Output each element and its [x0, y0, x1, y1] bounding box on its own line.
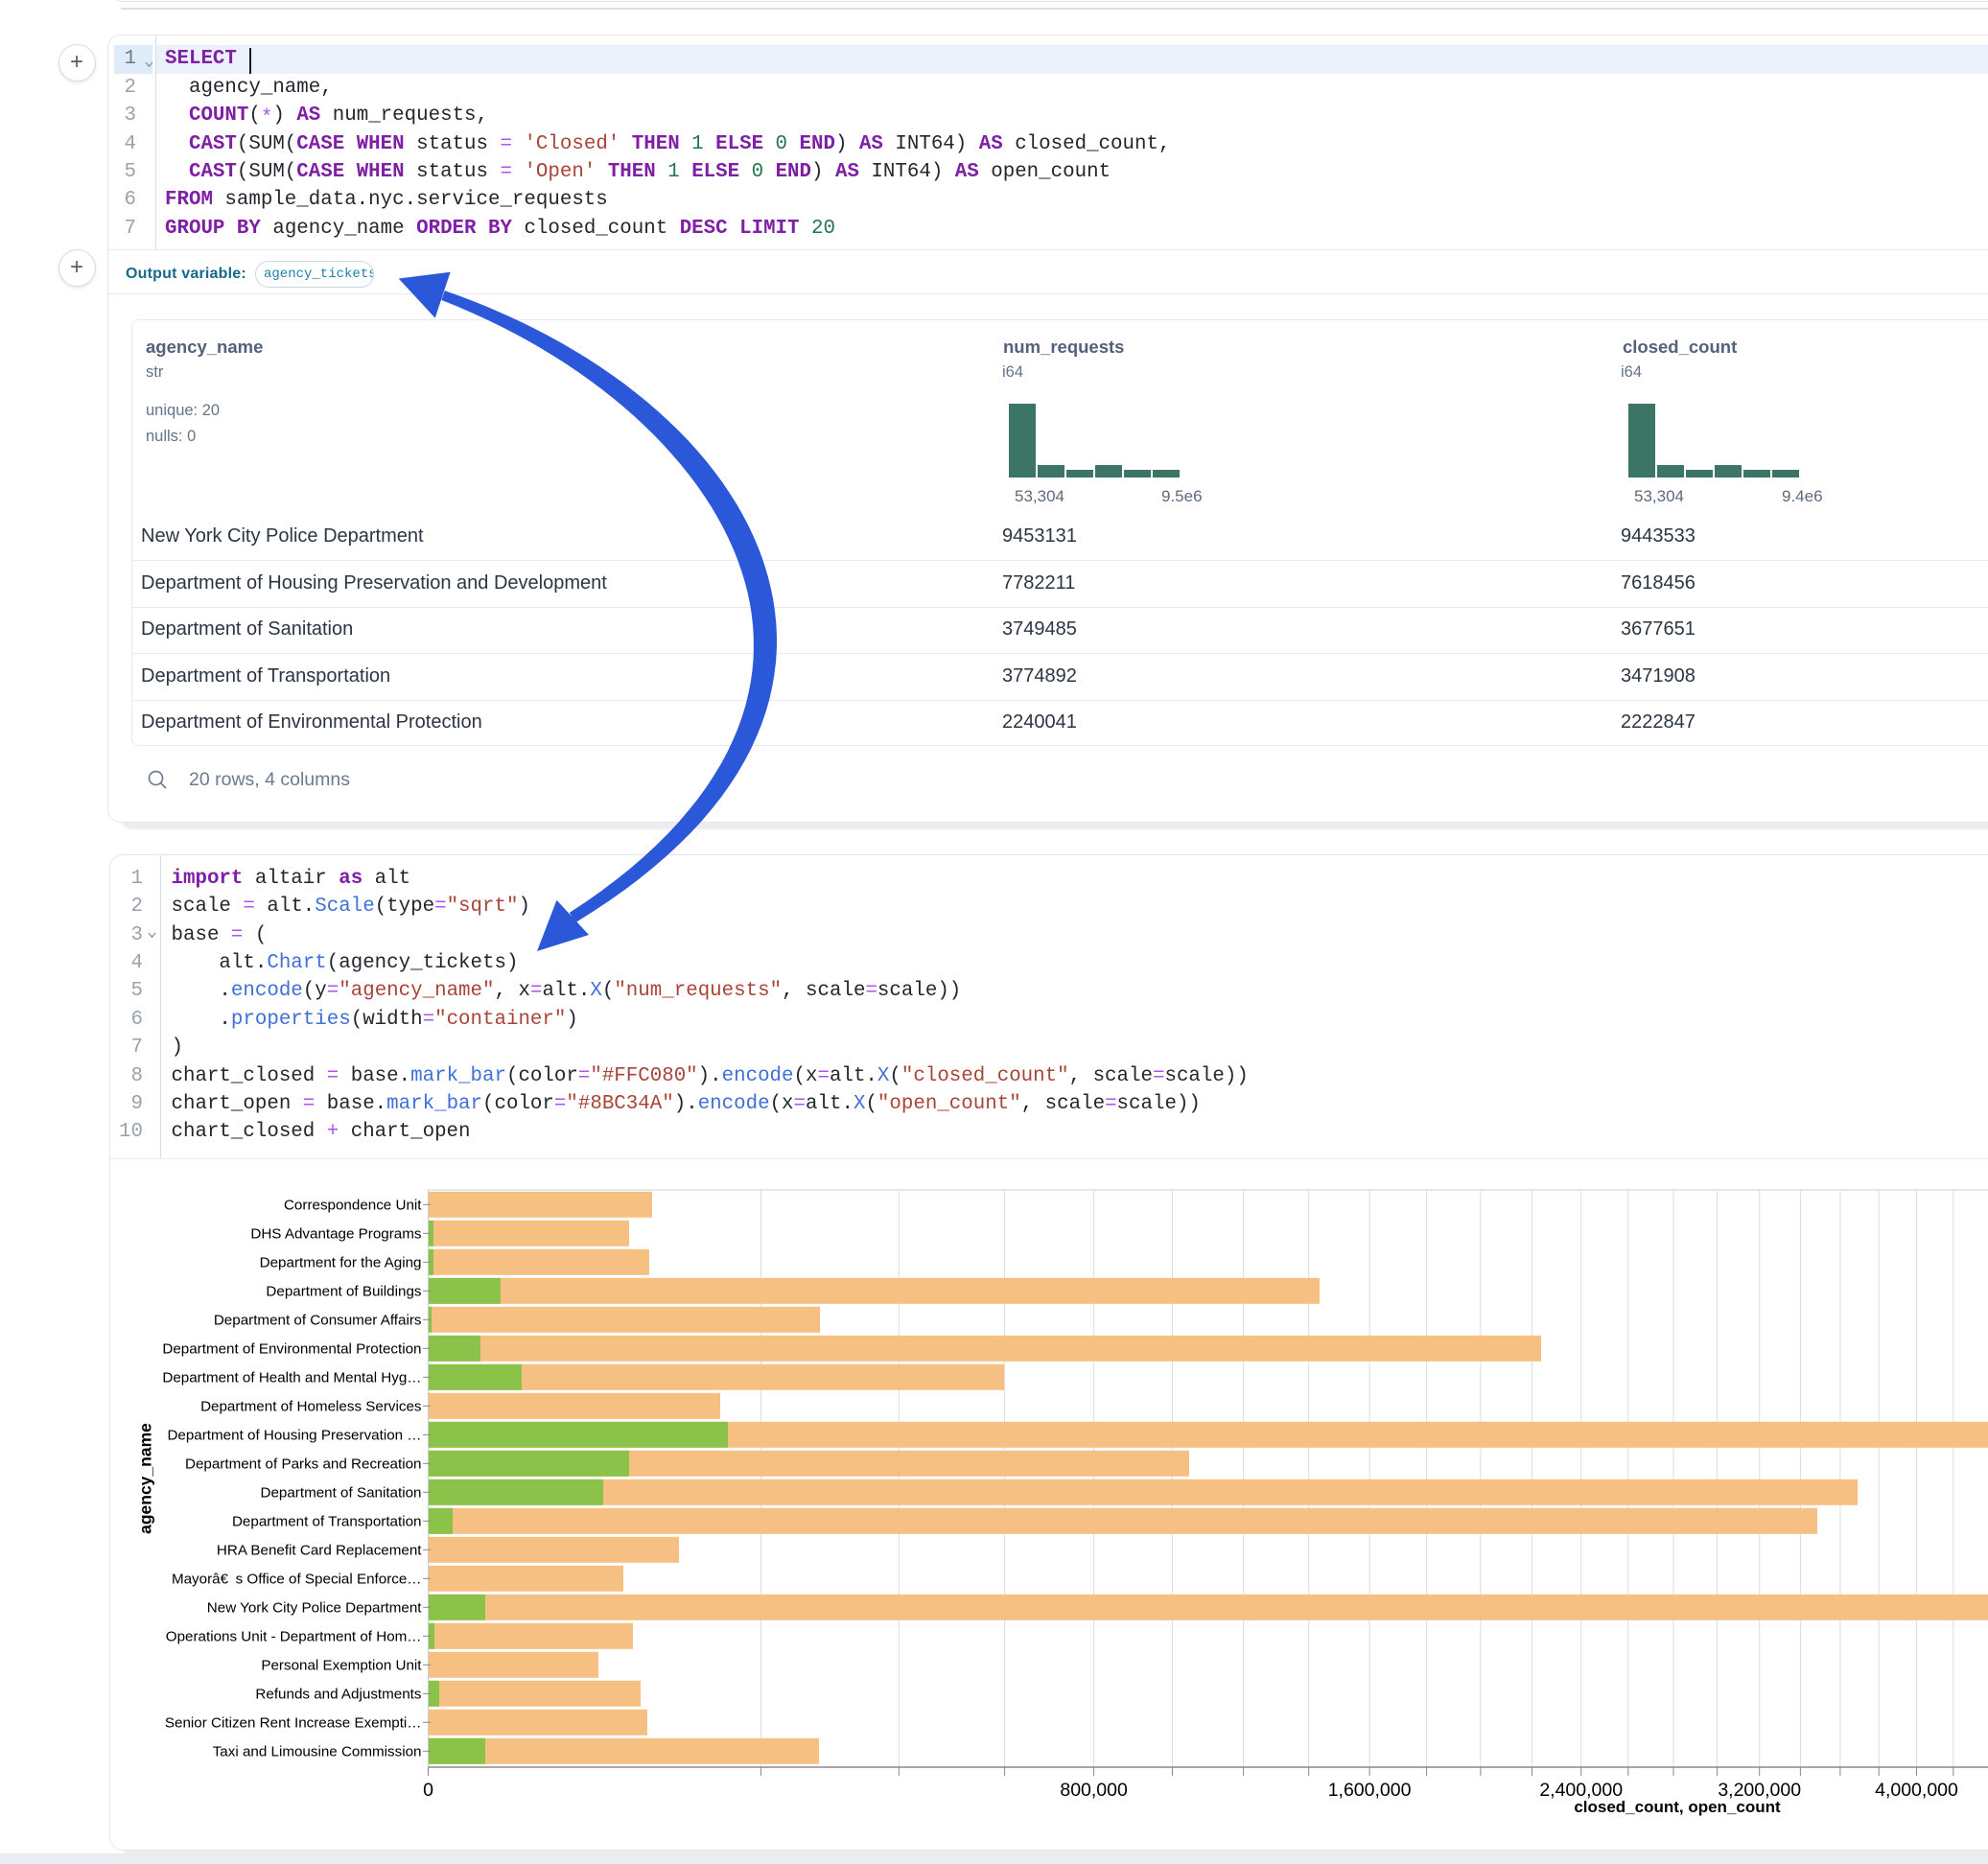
svg-text:closed_count, open_count: closed_count, open_count — [1574, 1798, 1781, 1816]
svg-text:1,600,000: 1,600,000 — [1328, 1780, 1412, 1801]
svg-text:Operations Unit - Department o: Operations Unit - Department of Hom… — [166, 1629, 422, 1645]
svg-text:Department of Homeless Service: Department of Homeless Services — [200, 1399, 422, 1415]
svg-text:Department for the Aging: Department for the Aging — [260, 1255, 422, 1271]
svg-text:agency_name: agency_name — [136, 1423, 155, 1534]
svg-text:Department of Housing Preserva: Department of Housing Preservation … — [167, 1428, 421, 1444]
svg-text:Correspondence Unit: Correspondence Unit — [284, 1198, 422, 1214]
svg-text:Department of Environmental Pr: Department of Environmental Protection — [162, 1341, 421, 1358]
svg-text:Mayorâ€ s Office of Special En: Mayorâ€ s Office of Special Enforce… — [172, 1572, 422, 1588]
svg-text:0: 0 — [423, 1780, 433, 1801]
svg-text:4,000,000: 4,000,000 — [1875, 1780, 1958, 1801]
svg-text:Department of Health and Menta: Department of Health and Mental Hyg… — [162, 1370, 421, 1386]
svg-text:Department of Buildings: Department of Buildings — [266, 1284, 421, 1300]
svg-text:Department of Transportation: Department of Transportation — [232, 1514, 422, 1530]
svg-text:DHS Advantage Programs: DHS Advantage Programs — [250, 1226, 422, 1243]
svg-text:Senior Citizen Rent Increase E: Senior Citizen Rent Increase Exempti… — [165, 1715, 422, 1732]
svg-text:Personal Exemption Unit: Personal Exemption Unit — [261, 1658, 422, 1674]
svg-text:Department of Consumer Affairs: Department of Consumer Affairs — [214, 1313, 422, 1329]
svg-text:Taxi and Limousine Commission: Taxi and Limousine Commission — [213, 1744, 422, 1760]
svg-text:Department of Parks and Recrea: Department of Parks and Recreation — [185, 1456, 422, 1473]
svg-text:800,000: 800,000 — [1060, 1780, 1128, 1801]
svg-text:HRA Benefit Card Replacement: HRA Benefit Card Replacement — [217, 1543, 422, 1559]
svg-text:Refunds and Adjustments: Refunds and Adjustments — [255, 1687, 421, 1703]
svg-text:Department of Sanitation: Department of Sanitation — [260, 1485, 421, 1502]
svg-text:New York City Police Departmen: New York City Police Department — [207, 1600, 422, 1617]
